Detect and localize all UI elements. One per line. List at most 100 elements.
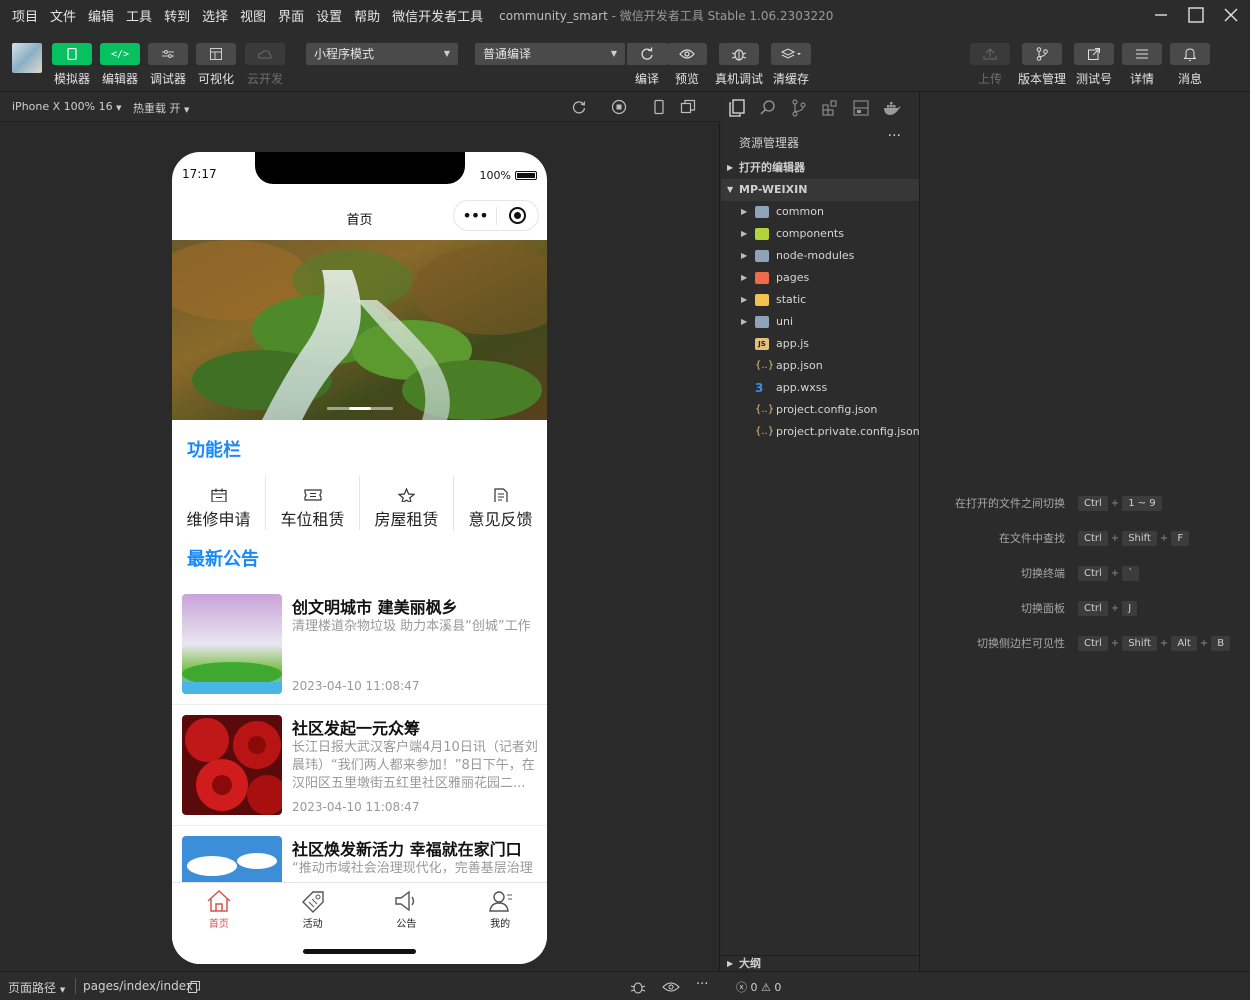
- search-icon[interactable]: [759, 99, 777, 117]
- tree-folder-node-modules[interactable]: ▶ node-modules: [721, 245, 919, 267]
- minimize-button[interactable]: [1143, 0, 1179, 30]
- layout-icon: [210, 48, 222, 60]
- menu-wechat-devtools[interactable]: 微信开发者工具: [386, 6, 489, 25]
- page-path-menu[interactable]: 页面路径 ▼: [8, 979, 65, 996]
- func-grid: 维修申请 车位租赁 房屋租赁 意见反馈: [172, 476, 547, 530]
- tree-item-label: uni: [776, 315, 793, 328]
- problems-indicator[interactable]: ⓧ 0 ⚠ 0: [736, 979, 781, 995]
- copy-icon[interactable]: [188, 981, 200, 993]
- menu-help[interactable]: 帮助: [348, 6, 386, 25]
- shortcut-key: 1 ~ 9: [1122, 495, 1162, 511]
- menu-goto[interactable]: 转到: [158, 6, 196, 25]
- editor-toggle[interactable]: </>: [100, 43, 140, 65]
- phone-icon[interactable]: [651, 99, 667, 115]
- tree-file-app-js[interactable]: JS app.js: [721, 333, 919, 355]
- test-id-button[interactable]: [1074, 43, 1114, 65]
- preview-button[interactable]: [667, 43, 707, 65]
- menu-view[interactable]: 视图: [234, 6, 272, 25]
- more-icon[interactable]: ···: [696, 977, 708, 992]
- rotate-icon[interactable]: [571, 99, 587, 115]
- files-icon[interactable]: [728, 99, 746, 117]
- clear-cache-label: 清缓存: [772, 72, 809, 86]
- simulator-toggle[interactable]: [52, 43, 92, 65]
- tree-folder-common[interactable]: ▶ common: [721, 201, 919, 223]
- tree-folder-static[interactable]: ▶ static: [721, 289, 919, 311]
- remote-debug-button[interactable]: [719, 43, 759, 65]
- menu-settings[interactable]: 设置: [310, 6, 348, 25]
- compile-select[interactable]: 普通编译 ▼: [475, 43, 625, 65]
- storage-icon[interactable]: [852, 99, 870, 117]
- version-button[interactable]: [1022, 43, 1062, 65]
- debugger-toggle[interactable]: [148, 43, 188, 65]
- news-item[interactable]: 社区发起一元众筹 长江日报大武汉客户端4月10日讯（记者刘晨玮）“我们两人都来参…: [172, 705, 547, 826]
- section-label: MP-WEIXIN: [739, 183, 808, 196]
- maximize-icon: [1188, 7, 1204, 23]
- tree-folder-pages[interactable]: ▶ pages: [721, 267, 919, 289]
- chevron-right-icon: ▶: [741, 207, 748, 216]
- tree-file-app-wxss[interactable]: 3 app.wxss: [721, 377, 919, 399]
- phone-icon: [67, 48, 77, 60]
- func-repair[interactable]: 维修申请: [172, 476, 266, 530]
- cloud-toggle[interactable]: [245, 43, 285, 65]
- bug-icon[interactable]: [630, 979, 646, 995]
- chevron-right-icon: ▶: [727, 959, 734, 968]
- menu-project[interactable]: 项目: [6, 6, 44, 25]
- close-button[interactable]: [1213, 0, 1249, 30]
- capsule-menu: •••: [453, 200, 539, 231]
- tree-folder-uni[interactable]: ▶ uni: [721, 311, 919, 333]
- details-button[interactable]: [1122, 43, 1162, 65]
- code-icon: </>: [110, 48, 130, 60]
- compile-button[interactable]: [627, 43, 667, 65]
- tree-item-label: app.wxss: [776, 381, 828, 394]
- menu-interface[interactable]: 界面: [272, 6, 310, 25]
- tree-item-label: pages: [776, 271, 810, 284]
- menu-file[interactable]: 文件: [44, 6, 82, 25]
- warning-count: 0: [774, 981, 782, 994]
- tree-file-project-config[interactable]: {..} project.config.json: [721, 399, 919, 421]
- visualize-toggle[interactable]: [196, 43, 236, 65]
- tab-mine[interactable]: 我的: [453, 883, 547, 964]
- sliders-icon: [162, 50, 174, 58]
- mode-select[interactable]: 小程序模式 ▼: [306, 43, 458, 65]
- popout-icon[interactable]: [680, 99, 696, 115]
- chevron-down-icon: ▼: [116, 104, 122, 112]
- hot-reload-toggle[interactable]: 热重载 开 ▼: [133, 100, 189, 116]
- func-house[interactable]: 房屋租赁: [360, 476, 454, 530]
- remote-debug-label: 真机调试: [714, 72, 763, 86]
- folder-icon: [755, 206, 769, 218]
- upload-label: 上传: [977, 72, 1002, 86]
- messages-button[interactable]: [1170, 43, 1210, 65]
- tab-label: 公告: [396, 919, 417, 930]
- tree-file-app-json[interactable]: {..} app.json: [721, 355, 919, 377]
- news-desc: “推动市域社会治理现代化，完善基层治理: [292, 861, 533, 876]
- func-parking[interactable]: 车位租赁: [266, 476, 360, 530]
- banner-swiper[interactable]: [172, 240, 547, 420]
- json-file-icon: {..}: [755, 426, 775, 437]
- outline-section[interactable]: ▶ 大纲: [721, 955, 919, 971]
- more-actions-icon[interactable]: ···: [888, 128, 901, 144]
- user-avatar[interactable]: [12, 43, 42, 73]
- stop-icon[interactable]: [611, 99, 627, 115]
- more-button[interactable]: •••: [454, 206, 496, 225]
- open-editors-section[interactable]: ▶ 打开的编辑器: [721, 157, 919, 179]
- docker-icon[interactable]: [883, 99, 901, 117]
- tree-folder-components[interactable]: ▶ components: [721, 223, 919, 245]
- source-control-icon[interactable]: [790, 99, 808, 117]
- tree-file-project-private-config[interactable]: {..} project.private.config.json: [721, 421, 920, 443]
- tab-home[interactable]: 首页: [172, 883, 266, 964]
- eye-icon[interactable]: [662, 981, 680, 993]
- main-menu: 项目 文件 编辑 工具 转到 选择 视图 界面 设置 帮助 微信开发者工具: [0, 6, 489, 25]
- device-select[interactable]: iPhone X 100% 16 ▼: [12, 100, 122, 113]
- maximize-button[interactable]: [1178, 0, 1214, 30]
- news-item[interactable]: 创文明城市 建美丽枫乡 清理楼道杂物垃圾 助力本溪县“创城”工作 2023-04…: [172, 584, 547, 705]
- menu-select[interactable]: 选择: [196, 6, 234, 25]
- menu-tools[interactable]: 工具: [120, 6, 158, 25]
- news-title: 创文明城市 建美丽枫乡: [292, 598, 458, 617]
- func-feedback[interactable]: 意见反馈: [454, 476, 547, 530]
- extensions-icon[interactable]: [821, 99, 839, 117]
- workspace-root-section[interactable]: ▼ MP-WEIXIN: [721, 179, 919, 201]
- menu-edit[interactable]: 编辑: [82, 6, 120, 25]
- upload-button[interactable]: [970, 43, 1010, 65]
- close-miniprogram-button[interactable]: [497, 207, 538, 224]
- clear-cache-button[interactable]: [771, 43, 811, 65]
